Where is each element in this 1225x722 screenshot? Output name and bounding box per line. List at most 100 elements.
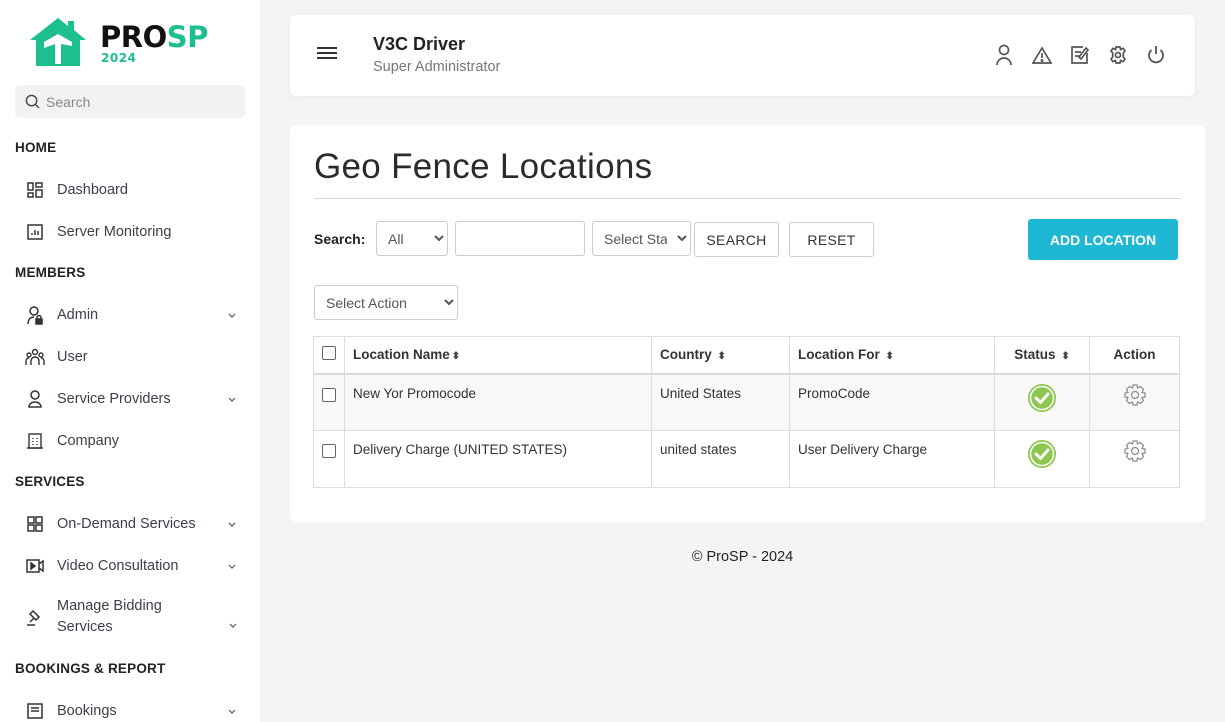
sidebar-item-label: Server Monitoring bbox=[57, 223, 172, 240]
house-logo-icon bbox=[30, 18, 86, 66]
sort-icon: ⬍ bbox=[717, 351, 726, 363]
search-icon bbox=[25, 94, 40, 109]
column-header-location-for[interactable]: Location For ⬍ bbox=[789, 336, 995, 375]
location-for-cell: PromoCode bbox=[789, 373, 995, 431]
country-cell: united states bbox=[651, 430, 790, 488]
sidebar-item-label: Admin bbox=[57, 306, 99, 323]
gavel-icon bbox=[24, 606, 46, 628]
settings-icon[interactable] bbox=[1122, 439, 1148, 465]
settings-icon[interactable] bbox=[1107, 43, 1129, 67]
sidebar-item-company[interactable]: Company bbox=[24, 430, 244, 452]
column-header-status[interactable]: Status ⬍ bbox=[994, 336, 1090, 375]
bulk-action-select[interactable]: Select Action bbox=[314, 285, 458, 320]
footer-copyright: © ProSP - 2024 bbox=[691, 549, 794, 565]
locations-table: Location Name ⬍ Country ⬍ Location For ⬍ … bbox=[313, 336, 1180, 488]
menu-toggle-icon[interactable] bbox=[317, 47, 337, 63]
column-header-action: Action bbox=[1089, 336, 1180, 375]
row-select-cell bbox=[313, 373, 345, 431]
building-icon bbox=[24, 430, 46, 452]
sidebar-search[interactable] bbox=[15, 85, 245, 118]
sidebar-item-server-monitoring[interactable]: Server Monitoring bbox=[24, 221, 244, 243]
chevron-down-icon bbox=[226, 564, 238, 569]
header-actions bbox=[993, 43, 1167, 67]
settings-icon[interactable] bbox=[1122, 383, 1148, 409]
sidebar-item-on-demand-services[interactable]: On-Demand Services bbox=[24, 513, 244, 535]
power-icon[interactable] bbox=[1145, 43, 1167, 67]
column-header-location-name[interactable]: Location Name ⬍ bbox=[344, 336, 652, 375]
row-checkbox[interactable] bbox=[322, 387, 336, 402]
sidebar-item-user[interactable]: User bbox=[24, 346, 244, 368]
logo[interactable]: PROSP 2024 bbox=[28, 16, 218, 68]
user-role: Super Administrator bbox=[373, 59, 501, 75]
list-icon bbox=[24, 700, 46, 722]
sidebar-search-input[interactable] bbox=[46, 93, 236, 110]
status-active-icon[interactable] bbox=[1027, 383, 1057, 413]
sort-icon: ⬍ bbox=[1061, 351, 1070, 363]
sidebar-item-bookings[interactable]: Bookings bbox=[24, 700, 244, 722]
top-header: V3C Driver Super Administrator bbox=[290, 15, 1195, 96]
sidebar-item-admin[interactable]: Admin bbox=[24, 304, 244, 326]
chevron-down-icon bbox=[226, 397, 238, 402]
search-field-select[interactable]: All bbox=[376, 221, 448, 256]
brand-name: PROSP bbox=[100, 20, 208, 54]
chevron-down-icon bbox=[226, 313, 238, 318]
sidebar-item-label: Manage Bidding Services bbox=[57, 598, 162, 635]
title-divider bbox=[314, 198, 1181, 199]
reset-button[interactable]: RESET bbox=[789, 222, 874, 257]
add-location-button[interactable]: ADD LOCATION bbox=[1028, 219, 1178, 260]
sort-icon: ⬍ bbox=[451, 351, 461, 363]
chart-icon bbox=[24, 221, 46, 243]
grid-icon bbox=[24, 179, 46, 201]
sort-icon: ⬍ bbox=[885, 351, 894, 363]
sidebar-item-dashboard[interactable]: Dashboard bbox=[24, 179, 244, 201]
user-lock-icon bbox=[24, 304, 46, 326]
chevron-down-icon bbox=[226, 522, 238, 527]
sidebar-item-label: Bookings bbox=[57, 702, 117, 719]
sidebar-item-service-providers[interactable]: Service Providers bbox=[24, 388, 244, 410]
row-checkbox[interactable] bbox=[322, 444, 336, 458]
sidebar-item-label: On-Demand Services bbox=[57, 515, 196, 532]
page-title: Geo Fence Locations bbox=[314, 147, 653, 186]
chevron-down-icon bbox=[229, 615, 237, 633]
grid-icon bbox=[24, 513, 46, 535]
sidebar-item-video-consultation[interactable]: Video Consultation bbox=[24, 555, 244, 577]
sidebar-item-label: Video Consultation bbox=[57, 557, 179, 574]
status-select[interactable]: Select Sta bbox=[592, 221, 691, 256]
section-bookings-report: BOOKINGS & REPORT bbox=[15, 661, 166, 676]
user-icon[interactable] bbox=[993, 43, 1015, 67]
search-label: Search: bbox=[314, 231, 366, 247]
provider-icon bbox=[24, 388, 46, 410]
sidebar-item-manage-bidding-services[interactable]: Manage Bidding Services bbox=[24, 596, 192, 638]
section-services: SERVICES bbox=[15, 474, 85, 489]
chevron-down-icon bbox=[226, 709, 238, 714]
sidebar: PROSP 2024 HOME Dashboard Server Monitor… bbox=[0, 0, 260, 722]
action-cell bbox=[1089, 373, 1180, 431]
action-cell bbox=[1089, 430, 1180, 488]
section-home: HOME bbox=[15, 140, 57, 155]
search-keyword-input[interactable] bbox=[455, 221, 585, 256]
edit-icon[interactable] bbox=[1069, 43, 1091, 67]
select-all-checkbox[interactable] bbox=[322, 346, 336, 361]
video-icon bbox=[24, 555, 46, 577]
row-select-cell bbox=[313, 430, 345, 488]
section-members: MEMBERS bbox=[15, 265, 86, 280]
location-name-cell: Delivery Charge (UNITED STATES) bbox=[344, 430, 652, 488]
status-active-icon[interactable] bbox=[1027, 439, 1057, 469]
table-row: Delivery Charge (UNITED STATES) united s… bbox=[313, 430, 1180, 488]
user-name: V3C Driver bbox=[373, 34, 466, 54]
table-row: New Yor Promocode United States PromoCod… bbox=[313, 373, 1180, 431]
main-card: Geo Fence Locations Search: All Select S… bbox=[290, 125, 1205, 522]
brand-year: 2024 bbox=[101, 51, 137, 65]
status-cell bbox=[994, 373, 1090, 431]
sidebar-item-label: User bbox=[57, 348, 88, 365]
alert-icon[interactable] bbox=[1031, 43, 1053, 67]
select-all-cell bbox=[313, 336, 345, 375]
status-cell bbox=[994, 430, 1090, 488]
search-button[interactable]: SEARCH bbox=[694, 222, 779, 257]
table-header-row: Location Name ⬍ Country ⬍ Location For ⬍ … bbox=[313, 336, 1180, 375]
sidebar-item-label: Service Providers bbox=[57, 390, 171, 407]
location-for-cell: User Delivery Charge bbox=[789, 430, 995, 488]
column-header-country[interactable]: Country ⬍ bbox=[651, 336, 790, 375]
country-cell: United States bbox=[651, 373, 790, 431]
location-name-cell: New Yor Promocode bbox=[344, 373, 652, 431]
